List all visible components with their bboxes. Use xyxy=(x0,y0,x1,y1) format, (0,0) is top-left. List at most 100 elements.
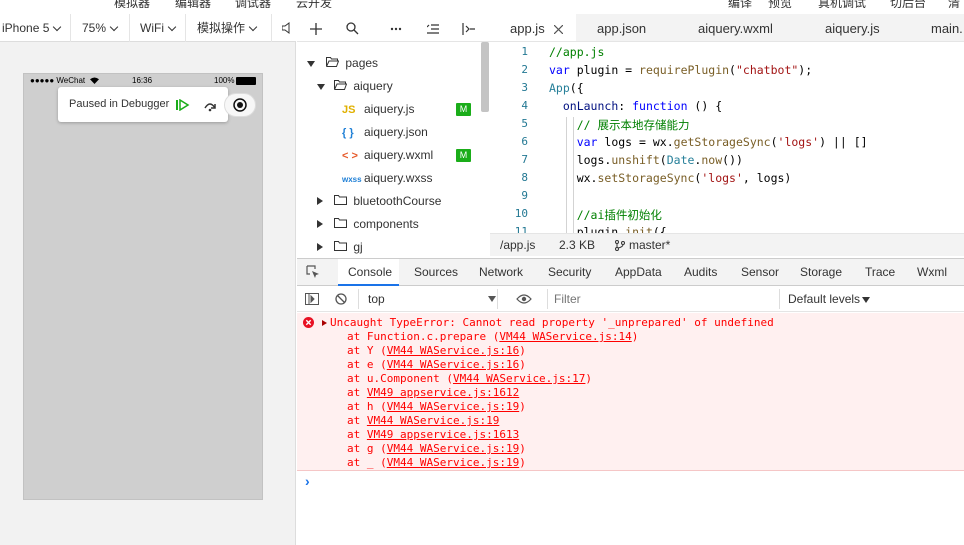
stack-frame-link[interactable]: VM44 WAService.js:16 xyxy=(387,358,519,371)
tab-sources[interactable]: Sources xyxy=(414,259,458,286)
stack-frame-link[interactable]: VM44 WAService.js:16 xyxy=(387,344,519,357)
stack-frame-link[interactable]: VM49 appservice.js:1612 xyxy=(367,386,519,399)
log-levels-select[interactable]: Default levels xyxy=(779,289,879,309)
caret-down-icon xyxy=(317,84,325,90)
tab-label: aiquery.wxml xyxy=(698,21,773,36)
prompt-icon: › xyxy=(305,473,310,489)
tab-aiquery-wxml[interactable]: aiquery.wxml xyxy=(698,14,773,41)
tree-label: pages xyxy=(345,56,379,70)
clear-console-icon[interactable] xyxy=(335,293,347,305)
device-label: iPhone 5 xyxy=(2,21,50,35)
stack-frame-text: at Function.c.prepare ( xyxy=(347,330,500,343)
line-number: 8 xyxy=(521,171,528,184)
code-editor[interactable]: 1 2 3 4 5 6 7 8 9 10 11 //app.js var plug… xyxy=(490,42,964,233)
device-select[interactable]: iPhone 5 xyxy=(0,14,71,42)
network-select[interactable]: WiFi xyxy=(130,14,186,42)
stack-frame-link[interactable]: VM44 WAService.js:17 xyxy=(453,372,585,385)
tree-scrollbar[interactable] xyxy=(481,42,489,112)
expand-caret-icon[interactable] xyxy=(322,320,327,326)
console-filter-input[interactable] xyxy=(547,289,779,309)
debugger-pause-banner: Paused in Debugger xyxy=(58,87,228,122)
tab-security[interactable]: Security xyxy=(548,259,591,286)
menu-debugger[interactable]: 调试器 xyxy=(235,0,271,8)
menu-clear-cache[interactable]: 清缓 xyxy=(948,0,964,8)
tree-file-aiquery-js[interactable]: JS aiquery.js M xyxy=(342,98,482,120)
chevron-down-icon xyxy=(167,22,177,32)
tree-file-aiquery-wxss[interactable]: wxss aiquery.wxss xyxy=(342,167,432,189)
tree-folder-components[interactable]: components xyxy=(317,213,419,235)
close-icon[interactable] xyxy=(554,25,563,34)
tree-folder-bluetoothcourse[interactable]: bluetoothCourse xyxy=(317,190,441,212)
add-icon[interactable] xyxy=(310,23,322,35)
tab-label: app.json xyxy=(597,21,647,36)
stack-frame-link[interactable]: VM44 WAService.js:19 xyxy=(367,414,499,427)
zoom-select[interactable]: 75% xyxy=(71,14,130,42)
menu-editor[interactable]: 编辑器 xyxy=(175,0,211,8)
stack-frame-link[interactable]: VM44 WAService.js:14 xyxy=(499,330,631,343)
phone-screen[interactable]: ●●●●● WeChat 16:36 100% xyxy=(23,73,263,500)
inspect-element-icon[interactable] xyxy=(306,265,320,279)
tab-appdata[interactable]: AppData xyxy=(615,259,662,286)
menu-compile[interactable]: 编译 xyxy=(728,0,752,8)
stack-frame: at _ (VM44 WAService.js:19) xyxy=(347,456,526,469)
tree-label: bluetoothCourse xyxy=(353,194,442,208)
stack-frame-text: ) xyxy=(519,358,526,371)
menu-background[interactable]: 切后台 xyxy=(890,0,926,8)
stack-frame-link[interactable]: VM44 WAService.js:19 xyxy=(387,442,519,455)
tab-label: Audits xyxy=(684,265,718,279)
capsule-button[interactable] xyxy=(224,93,256,117)
step-over-icon[interactable] xyxy=(203,100,217,112)
line-number: 6 xyxy=(521,135,528,148)
resume-icon[interactable] xyxy=(176,99,190,111)
stack-frame-link[interactable]: VM49 appservice.js:1613 xyxy=(367,428,519,441)
menu-preview[interactable]: 预览 xyxy=(768,0,792,8)
tree-file-aiquery-json[interactable]: { } aiquery.json xyxy=(342,121,428,143)
context-select[interactable]: top xyxy=(358,289,498,309)
caret-down-icon xyxy=(862,297,870,303)
tab-label: Security xyxy=(548,265,592,279)
menu-cloud[interactable]: 云开发 xyxy=(296,0,332,8)
folder-icon xyxy=(334,241,348,251)
console-prompt[interactable]: › xyxy=(297,472,964,545)
eye-icon[interactable] xyxy=(516,294,532,304)
tab-console[interactable]: Console xyxy=(338,259,399,286)
tab-storage[interactable]: Storage xyxy=(800,259,842,286)
split-icon[interactable] xyxy=(462,23,476,35)
tree-folder-gj[interactable]: gj xyxy=(317,236,363,256)
tab-trace[interactable]: Trace xyxy=(865,259,895,286)
tree-folder-pages[interactable]: pages xyxy=(307,52,378,74)
tree-label: gj xyxy=(353,240,363,254)
volume-button[interactable] xyxy=(272,14,296,42)
stack-frame: at VM49 appservice.js:1612 xyxy=(347,386,519,399)
tab-wxml[interactable]: Wxml xyxy=(917,259,947,286)
collapse-icon[interactable] xyxy=(427,24,439,34)
tab-sensor[interactable]: Sensor xyxy=(741,259,779,286)
tab-app-json[interactable]: app.json xyxy=(597,14,647,41)
tree-file-aiquery-wxml[interactable]: < > aiquery.wxml M xyxy=(342,144,482,166)
search-icon[interactable] xyxy=(346,22,359,35)
caret-down-icon xyxy=(488,296,496,302)
tab-main[interactable]: main. xyxy=(931,14,963,41)
menu-simulator[interactable]: 模拟器 xyxy=(114,0,150,8)
record-icon xyxy=(233,98,247,112)
tab-app-js[interactable]: app.js xyxy=(490,14,576,41)
line-number: 9 xyxy=(521,189,528,202)
stack-frame: at Y (VM44 WAService.js:16) xyxy=(347,344,526,357)
stack-frame-link[interactable]: VM44 WAService.js:19 xyxy=(387,400,519,413)
zoom-label: 75% xyxy=(82,21,107,35)
caret-right-icon xyxy=(317,243,323,251)
git-branch[interactable]: master* xyxy=(629,234,670,256)
tree-folder-aiquery[interactable]: aiquery xyxy=(317,75,393,97)
operation-select[interactable]: 模拟操作 xyxy=(186,14,272,42)
console-error-message[interactable]: Uncaught TypeError: Cannot read property… xyxy=(297,313,964,471)
tab-network[interactable]: Network xyxy=(479,259,523,286)
stack-frame-link[interactable]: VM44 WAService.js:19 xyxy=(387,456,519,469)
folder-open-icon xyxy=(334,80,348,90)
sidebar-toggle-icon[interactable] xyxy=(305,293,319,305)
more-icon[interactable] xyxy=(390,27,402,31)
tab-label: Sources xyxy=(414,265,459,279)
tab-audits[interactable]: Audits xyxy=(684,259,717,286)
menu-remote-debug[interactable]: 真机调试 xyxy=(818,0,866,8)
paused-label: Paused in Debugger xyxy=(69,98,170,110)
tab-aiquery-js[interactable]: aiquery.js xyxy=(825,14,880,41)
